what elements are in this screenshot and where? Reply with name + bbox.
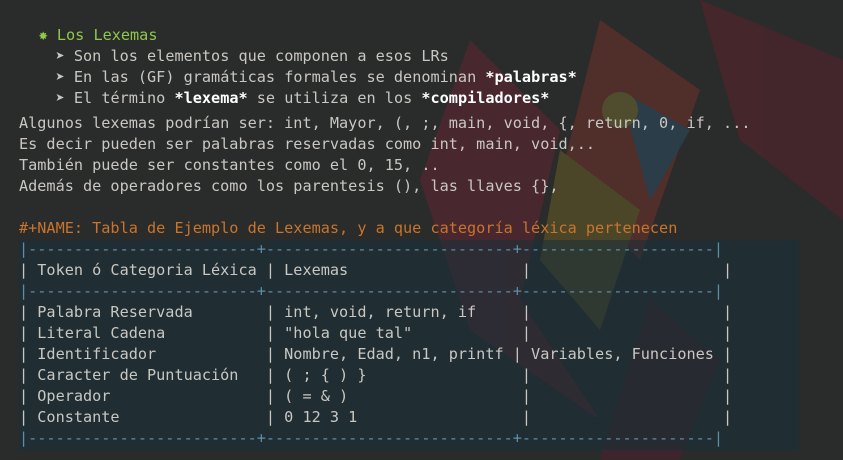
list-item-text: El término xyxy=(73,89,175,107)
arrow-icon: ➤ xyxy=(55,89,65,107)
list-item: ➤ Son los elementos que componen a esos … xyxy=(19,25,449,65)
paragraph-line: Algunos lexemas podrían ser: int, Mayor,… xyxy=(19,114,751,132)
table-row: | Operador | ( = & ) | | xyxy=(19,387,733,405)
bold-term: *lexema* xyxy=(174,89,248,107)
table-border: |-------------------------+-------------… xyxy=(19,429,724,447)
table-row: | Identificador | Nombre, Edad, n1, prin… xyxy=(19,345,733,363)
bold-term: *compiladores* xyxy=(421,89,550,107)
paragraph-line: Además de operadores como los parentesis… xyxy=(19,177,559,195)
list-item: ➤ El término *lexema* se utiliza en los … xyxy=(19,67,550,107)
paragraph-line: Es decir pueden ser palabras reservadas … xyxy=(19,135,596,153)
table-row: | Palabra Reservada | int, void, return,… xyxy=(19,303,733,321)
heading-line: ✸ Los Lexemas xyxy=(2,4,158,44)
table-border: |-------------------------+-------------… xyxy=(19,240,724,258)
list-item-text: se utiliza en los xyxy=(247,89,422,107)
table-row: | Caracter de Puntuación | ( ; { ) } | | xyxy=(19,366,733,384)
table-header-row: | Token ó Categoria Léxica | Lexemas | | xyxy=(19,261,733,279)
paragraph-line: También puede ser constantes como el 0, … xyxy=(19,156,440,174)
list-item: ➤ En las (GF) gramáticas formales se den… xyxy=(19,46,577,86)
table-border: |-------------------------+-------------… xyxy=(19,282,724,300)
table-name-directive: #+NAME: Tabla de Ejemplo de Lexemas, y a… xyxy=(19,219,678,237)
table-row: | Constante | 0 12 3 1 | | xyxy=(19,408,733,426)
table-row: | Literal Cadena | "hola que tal" | | xyxy=(19,324,733,342)
